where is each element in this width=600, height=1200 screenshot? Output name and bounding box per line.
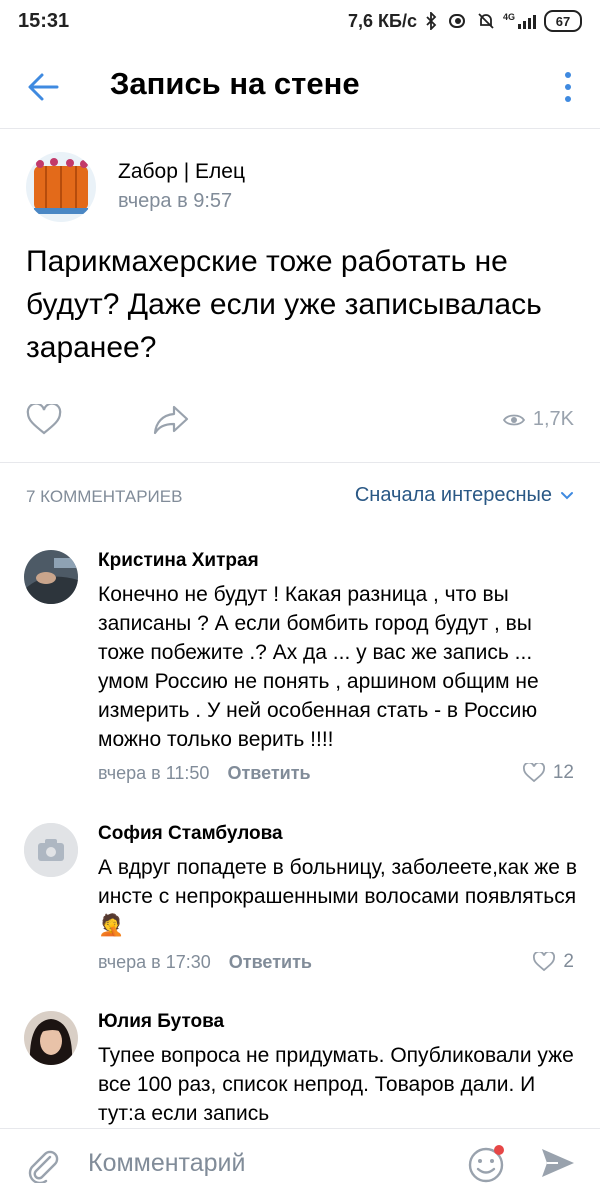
comment-author[interactable]: София Стамбулова [98, 823, 283, 845]
status-indicators: 7,6 КБ/с 4G 67 [348, 10, 582, 32]
signal-icon: 4G [503, 13, 536, 29]
post-author[interactable]: Zабор | Елец [118, 160, 245, 184]
post-actions: 1,7K [0, 398, 600, 444]
avatar[interactable] [24, 823, 78, 877]
comment-like-button[interactable]: 12 [522, 762, 574, 784]
status-bar: 15:31 7,6 КБ/с 4G 67 [0, 0, 600, 44]
post-time: вчера в 9:57 [118, 190, 233, 212]
network-speed: 7,6 КБ/с [348, 10, 417, 31]
comment-author[interactable]: Кристина Хитрая [98, 550, 259, 572]
battery-icon: 67 [544, 10, 582, 32]
comment-meta: вчера в 11:50 Ответить [98, 763, 311, 784]
comment-input[interactable]: Комментарий [88, 1149, 245, 1178]
page-title: Запись на стене [110, 66, 360, 101]
comment-item: Кристина Хитрая Конечно не будут ! Какая… [0, 550, 600, 790]
like-icon [522, 763, 545, 783]
comment-text: Конечно не будут ! Какая разница , что в… [98, 583, 539, 751]
comment-input-bar: Комментарий [0, 1128, 600, 1200]
reply-button[interactable]: Ответить [227, 763, 310, 784]
share-icon[interactable] [152, 404, 190, 436]
comments-header: 7 КОММЕНТАРИЕВ Сначала интересные [0, 482, 600, 516]
chevron-down-icon [561, 491, 573, 499]
network-type: 4G [502, 12, 515, 22]
comment-text: Тупее вопроса не придумать. Опубликовали… [98, 1044, 574, 1125]
more-options-icon[interactable] [562, 70, 574, 104]
comments-count: 7 КОММЕНТАРИЕВ [26, 487, 183, 506]
battery-level: 67 [555, 13, 571, 29]
post-text: Парикмахерские тоже работать не будут? Д… [26, 245, 542, 364]
sort-label: Сначала интересные [354, 484, 552, 506]
send-icon[interactable] [540, 1145, 576, 1181]
comment-time: вчера в 17:30 [98, 952, 211, 972]
like-icon[interactable] [26, 404, 62, 436]
post-header: Zабор | Елец вчера в 9:57 [26, 152, 586, 222]
comment-time: вчера в 11:50 [98, 763, 210, 783]
avatar[interactable] [24, 550, 78, 604]
comment-text: А вдруг попадете в больницу, заболеете,к… [98, 853, 578, 940]
reply-button[interactable]: Ответить [229, 952, 312, 973]
comment-like-count: 12 [552, 762, 574, 783]
emoji-icon[interactable] [466, 1143, 508, 1185]
comment-item: София Стамбулова А вдруг попадете в боль… [0, 823, 600, 983]
group-avatar[interactable] [26, 152, 96, 222]
comment-text-body: А вдруг попадете в больницу, заболеете,к… [98, 856, 577, 908]
status-time: 15:31 [18, 10, 70, 32]
eye-icon [502, 414, 525, 425]
mute-icon [478, 13, 494, 29]
facepalm-emoji: 🤦 [98, 914, 125, 937]
sort-dropdown[interactable]: Сначала интересные [355, 484, 574, 507]
comment-item: Юлия Бутова Тупее вопроса не придумать. … [0, 1011, 600, 1128]
views-counter: 1,7K [502, 408, 574, 431]
avatar[interactable] [24, 1011, 78, 1065]
like-icon [533, 952, 556, 972]
app-header: Запись на стене [0, 44, 600, 129]
comment-author[interactable]: Юлия Бутова [98, 1011, 224, 1033]
comment-meta: вчера в 17:30 Ответить [98, 952, 312, 973]
back-arrow-icon[interactable] [26, 70, 60, 104]
comment-like-count: 2 [563, 951, 574, 972]
paperclip-icon[interactable] [24, 1145, 60, 1183]
vibrate-icon [448, 14, 465, 28]
views-count: 1,7K [532, 408, 574, 430]
bluetooth-icon [426, 12, 437, 30]
comment-like-button[interactable]: 2 [533, 951, 574, 973]
divider [0, 462, 600, 463]
